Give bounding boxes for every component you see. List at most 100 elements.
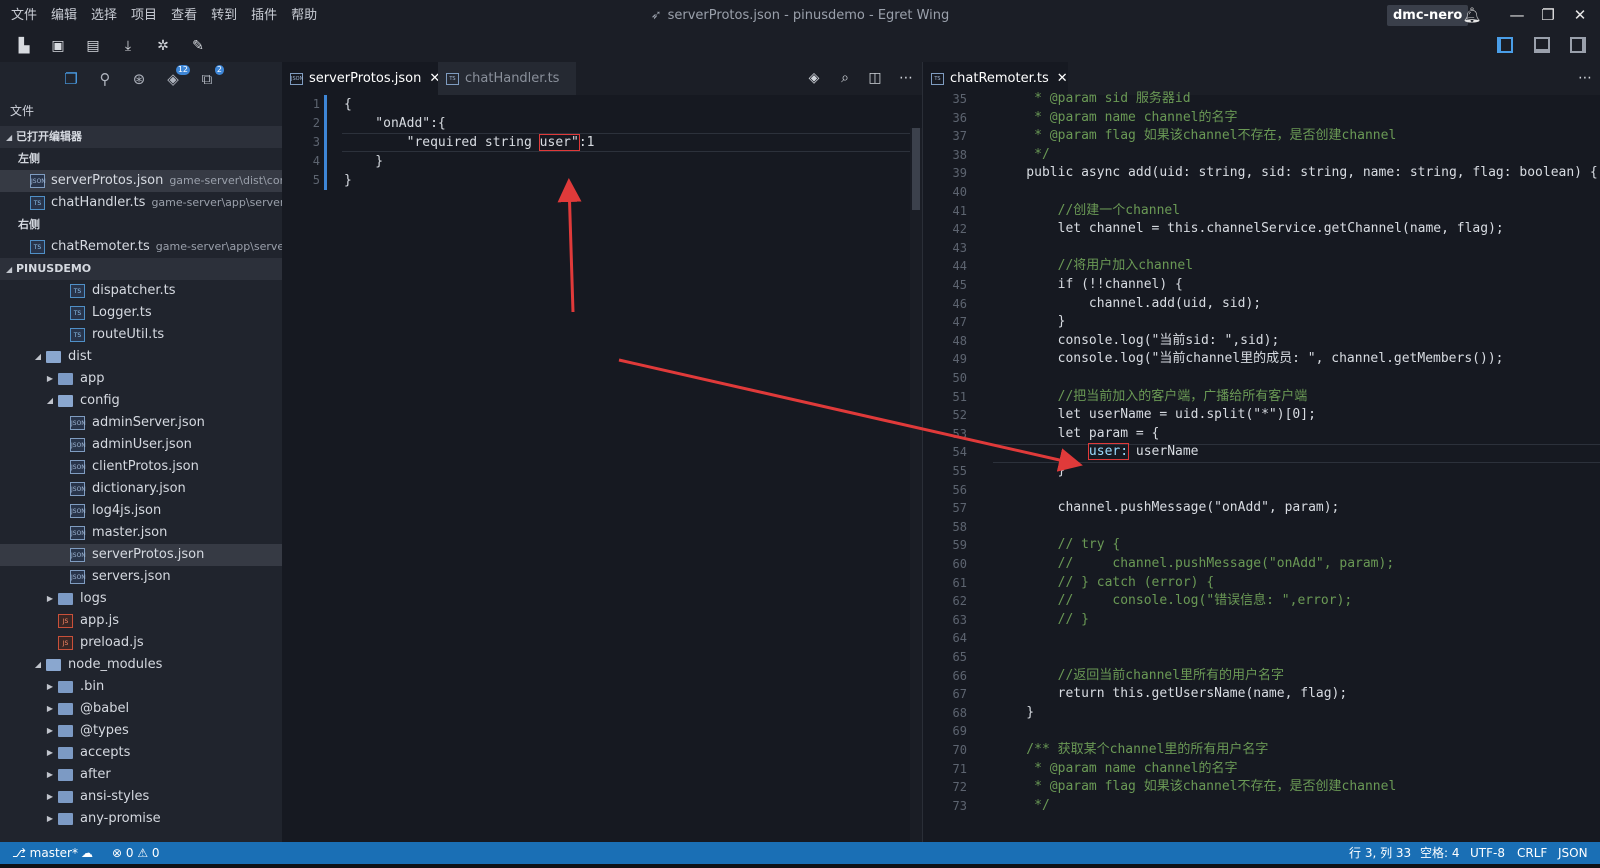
expanded-arrow-icon[interactable]: ◢ (33, 346, 43, 368)
tree-file[interactable]: JSON adminServer.json (0, 412, 282, 434)
menu-view[interactable]: 查看 (164, 0, 204, 31)
more-actions-icon[interactable]: ⋯ (1575, 62, 1595, 95)
collapsed-arrow-icon[interactable]: ▶ (45, 698, 55, 720)
code-text: "required string (344, 135, 540, 150)
code-line: "onAdd":{ (344, 116, 446, 131)
sync-icon[interactable]: ☁ (81, 842, 93, 864)
expanded-arrow-icon[interactable]: ◢ (33, 654, 43, 676)
code-area[interactable]: 35 * @param sid 服务器id 36 * @param name ch… (923, 91, 1600, 842)
search-icon[interactable]: ⚲ (94, 68, 116, 90)
minimize-icon[interactable]: — (1505, 0, 1529, 31)
tree-file[interactable]: TS routeUtil.ts (0, 324, 282, 346)
cursor-position[interactable]: 行 3, 列 33 (1349, 842, 1411, 864)
collapsed-arrow-icon[interactable]: ▶ (45, 368, 55, 390)
tree-file[interactable]: JSON adminUser.json (0, 434, 282, 456)
close-window-icon[interactable]: ✕ (1568, 0, 1592, 31)
tree-folder[interactable]: ▶ after (0, 764, 282, 786)
folder-icon (58, 703, 73, 715)
debug-view-icon[interactable]: ⊛ (128, 68, 150, 90)
collapsed-arrow-icon[interactable]: ▶ (45, 588, 55, 610)
indentation[interactable]: 空格: 4 (1420, 842, 1460, 864)
open-editors-header[interactable]: ◢ 已打开编辑器 (0, 126, 282, 148)
scrollbar[interactable] (910, 128, 922, 842)
toggle-panel-icon[interactable] (1534, 37, 1550, 53)
menu-help[interactable]: 帮助 (284, 0, 324, 31)
tab-bar: JSON serverProtos.json ✕ TS chatHandler.ts … (282, 62, 922, 95)
comment-line: */ (995, 146, 1050, 162)
restore-icon[interactable]: ❐ (1536, 0, 1560, 31)
tree-folder[interactable]: ▶ accepts (0, 742, 282, 764)
menu-file[interactable]: 文件 (4, 0, 44, 31)
scrollbar-thumb[interactable] (912, 128, 920, 210)
tree-folder[interactable]: ◢ dist (0, 346, 282, 368)
tree-file[interactable]: JSON clientProtos.json (0, 456, 282, 478)
open-editor-item[interactable]: JSON serverProtos.json game-server\dist\c… (0, 170, 282, 192)
collapsed-arrow-icon[interactable]: ▶ (45, 786, 55, 808)
collapsed-arrow-icon[interactable]: ▶ (45, 764, 55, 786)
launch-icon[interactable]: ✎ (187, 35, 209, 57)
json-file-icon: JSON (70, 526, 86, 540)
tree-file[interactable]: JS app.js (0, 610, 282, 632)
problems-indicator[interactable]: ⊗ 0 ⚠ 0 (112, 842, 160, 864)
line-ending[interactable]: CRLF (1517, 842, 1547, 864)
expanded-arrow-icon[interactable]: ◢ (45, 390, 55, 412)
project-header[interactable]: ◢ PINUSDEMO (0, 258, 282, 280)
open-editor-item[interactable]: TS chatRemoter.tsgame-server\app\server.… (0, 236, 282, 258)
line-number: 51 (952, 389, 967, 404)
comment-line: * @param name channel的名字 (995, 760, 1238, 776)
git-compare-icon[interactable]: ◈ (804, 62, 824, 95)
collapsed-arrow-icon[interactable]: ▶ (45, 808, 55, 830)
open-editor-item[interactable]: TS chatHandler.tsgame-server\app\servers… (0, 192, 282, 214)
collapsed-arrow-icon[interactable]: ▶ (45, 720, 55, 742)
branch-indicator[interactable]: ⎇ master* (12, 842, 78, 864)
line-number: 53 (952, 426, 967, 441)
comment-line: // console.log("错误信息: ",error); (995, 593, 1353, 609)
split-editor-icon[interactable]: ◫ (865, 62, 885, 95)
menu-edit[interactable]: 编辑 (44, 0, 84, 31)
tree-file[interactable]: JSON master.json (0, 522, 282, 544)
tree-folder[interactable]: ▶ .bin (0, 676, 282, 698)
tree-file[interactable]: JSON servers.json (0, 566, 282, 588)
toggle-right-panel-icon[interactable] (1570, 37, 1586, 53)
tab-serverprotos[interactable]: JSON serverProtos.json ✕ (282, 62, 440, 95)
close-tab-icon[interactable]: ✕ (1057, 71, 1068, 86)
tab-chathandler[interactable]: TS chatHandler.ts (438, 62, 576, 95)
tree-file[interactable]: JS preload.js (0, 632, 282, 654)
tree-folder[interactable]: ▶ app (0, 368, 282, 390)
save-icon[interactable]: ▣ (47, 35, 69, 57)
code-area[interactable]: 1 {2 "onAdd":{3 "required string user":1 4… (282, 95, 922, 842)
menu-selection[interactable]: 选择 (84, 0, 124, 31)
extensions-icon[interactable]: ⧉ 2 (196, 65, 224, 90)
menu-project[interactable]: 项目 (124, 0, 164, 31)
collapsed-arrow-icon[interactable]: ▶ (45, 676, 55, 698)
tree-folder[interactable]: ▶ any-promise (0, 808, 282, 830)
tree-folder[interactable]: ▶ logs (0, 588, 282, 610)
toggle-sidebar-icon[interactable] (1497, 37, 1513, 53)
tree-folder[interactable]: ▶ @types (0, 720, 282, 742)
user-account-button[interactable]: dmc-nero (1387, 5, 1469, 26)
tree-file[interactable]: JSON serverProtos.json (0, 544, 282, 566)
language-mode[interactable]: JSON (1558, 842, 1588, 864)
tree-file[interactable]: TS dispatcher.ts (0, 280, 282, 302)
menu-goto[interactable]: 转到 (204, 0, 244, 31)
menu-plugins[interactable]: 插件 (244, 0, 284, 31)
encoding[interactable]: UTF-8 (1470, 842, 1505, 864)
tree-folder[interactable]: ▶ @babel (0, 698, 282, 720)
tree-folder[interactable]: ◢ config (0, 390, 282, 412)
open-preview-icon[interactable]: ⌕ (835, 62, 855, 95)
more-actions-icon[interactable]: ⋯ (896, 62, 916, 95)
new-project-icon[interactable]: ▙ (13, 35, 35, 57)
tree-file[interactable]: TS Logger.ts (0, 302, 282, 324)
comment-line: /** 获取某个channel里的所有用户名字 (995, 742, 1269, 757)
debug-icon[interactable]: ✲ (152, 35, 174, 57)
collapsed-arrow-icon[interactable]: ▶ (45, 742, 55, 764)
tree-folder[interactable]: ◢ node_modules (0, 654, 282, 676)
publish-icon[interactable]: ⤓ (117, 35, 139, 57)
tree-folder[interactable]: ▶ ansi-styles (0, 786, 282, 808)
explorer-icon[interactable]: ❐ (60, 68, 82, 90)
tree-file[interactable]: JSON dictionary.json (0, 478, 282, 500)
bell-icon[interactable]: 🔔︎ (1460, 0, 1484, 31)
tree-file[interactable]: JSON log4js.json (0, 500, 282, 522)
save-all-icon[interactable]: ▤ (82, 35, 104, 57)
git-icon[interactable]: ◈ 12 (162, 65, 190, 90)
